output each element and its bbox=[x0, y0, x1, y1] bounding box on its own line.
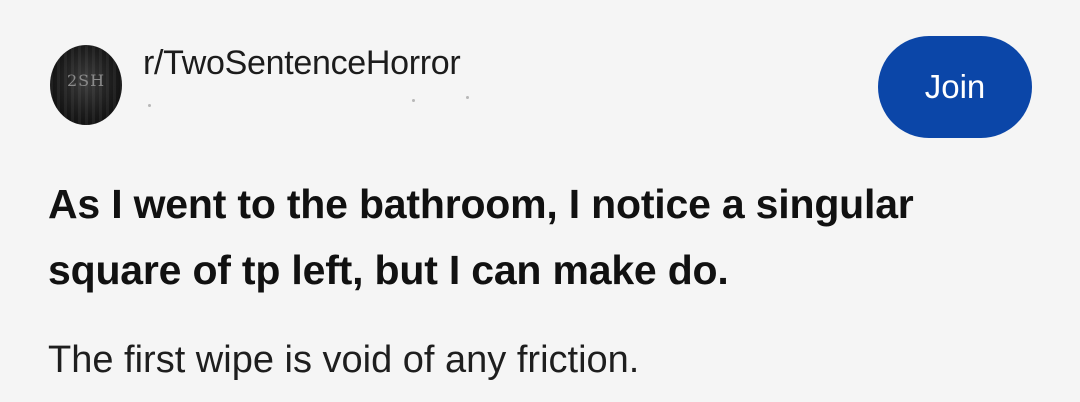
post-title[interactable]: As I went to the bathroom, I notice a si… bbox=[48, 171, 1048, 303]
meta-dot bbox=[412, 99, 415, 102]
meta-dot bbox=[148, 104, 151, 107]
subreddit-name[interactable]: r/TwoSentenceHorror bbox=[143, 44, 461, 83]
meta-dot bbox=[466, 96, 469, 99]
subreddit-avatar[interactable]: 2SH bbox=[50, 45, 122, 125]
post-body: The first wipe is void of any friction. bbox=[48, 339, 640, 381]
post-card: 2SH r/TwoSentenceHorror Join As I went t… bbox=[0, 0, 1080, 402]
avatar-logo-text: 2SH bbox=[66, 71, 106, 90]
join-button[interactable]: Join bbox=[878, 36, 1032, 138]
